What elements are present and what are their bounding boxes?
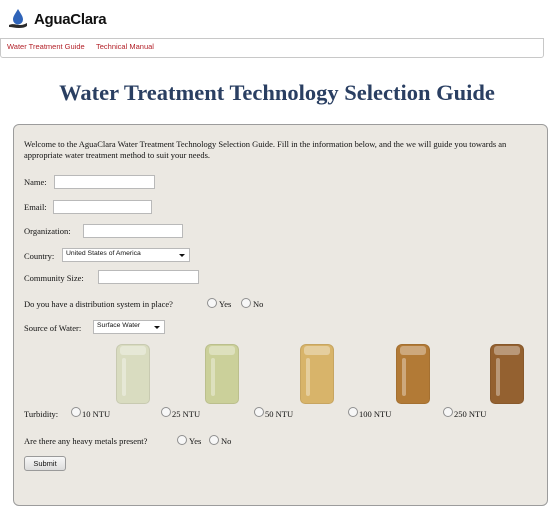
chevron-down-icon <box>154 326 160 329</box>
turbidity-25-label: 25 NTU <box>172 409 201 419</box>
turbidity-jar-250 <box>490 344 524 404</box>
turbidity-10-radio[interactable] <box>71 407 81 417</box>
distribution-question: Do you have a distribution system in pla… <box>24 299 173 309</box>
distribution-no-label: No <box>253 299 264 309</box>
chevron-down-icon <box>179 254 185 257</box>
email-label: Email: <box>24 202 47 212</box>
metals-yes-radio[interactable] <box>177 435 187 445</box>
turbidity-jar-10 <box>116 344 150 404</box>
turbidity-jar-25 <box>205 344 239 404</box>
metals-no-radio[interactable] <box>209 435 219 445</box>
turbidity-label: Turbidity: <box>24 409 59 419</box>
turbidity-25-radio[interactable] <box>161 407 171 417</box>
turbidity-100-radio[interactable] <box>348 407 358 417</box>
turbidity-50-label: 50 NTU <box>265 409 294 419</box>
email-input[interactable] <box>53 200 152 214</box>
community-size-label: Community Size: <box>24 273 84 283</box>
turbidity-jar-50 <box>300 344 334 404</box>
brand-logo[interactable]: AguaClara <box>6 8 107 30</box>
organization-input[interactable] <box>83 224 183 238</box>
top-nav: Water Treatment Guide Technical Manual <box>0 38 544 58</box>
turbidity-10-label: 10 NTU <box>82 409 111 419</box>
metals-yes-label: Yes <box>189 436 202 446</box>
source-selected-value: Surface Water <box>97 322 141 329</box>
name-input[interactable] <box>54 175 155 189</box>
turbidity-250-radio[interactable] <box>443 407 453 417</box>
nav-water-treatment-guide[interactable]: Water Treatment Guide <box>7 42 85 51</box>
distribution-no-radio[interactable] <box>241 298 251 308</box>
turbidity-250-label: 250 NTU <box>454 409 487 419</box>
source-select[interactable]: Surface Water <box>93 320 165 334</box>
nav-technical-manual[interactable]: Technical Manual <box>96 42 154 51</box>
organization-label: Organization: <box>24 226 71 236</box>
brand-name: AguaClara <box>34 10 107 28</box>
metals-no-label: No <box>221 436 232 446</box>
page-title: Water Treatment Technology Selection Gui… <box>59 80 495 105</box>
distribution-yes-label: Yes <box>219 299 232 309</box>
community-size-input[interactable] <box>98 270 199 284</box>
turbidity-50-radio[interactable] <box>254 407 264 417</box>
water-drop-hand-icon <box>9 9 27 28</box>
site-header: AguaClara Water Treatment Guide Technica… <box>0 0 554 58</box>
country-selected-value: United States of America <box>66 250 141 257</box>
submit-button[interactable]: Submit <box>24 456 66 471</box>
distribution-yes-radio[interactable] <box>207 298 217 308</box>
name-label: Name: <box>24 177 47 187</box>
heavy-metals-question: Are there any heavy metals present? <box>24 436 148 446</box>
intro-text: Welcome to the AguaClara Water Treatment… <box>24 139 507 160</box>
country-label: Country: <box>24 251 55 261</box>
source-label: Source of Water: <box>24 323 82 333</box>
country-select[interactable]: United States of America <box>62 248 190 262</box>
turbidity-jar-100 <box>396 344 430 404</box>
turbidity-100-label: 100 NTU <box>359 409 392 419</box>
